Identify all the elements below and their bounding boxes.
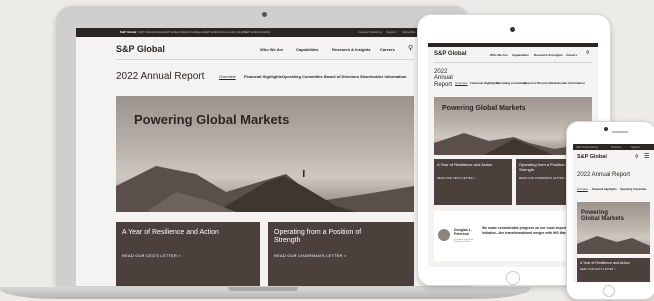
- corporate-topbar: S&P Global S&P Global Ratings S&P Global…: [76, 28, 454, 37]
- subnav-shareholder-information[interactable]: Shareholder Information: [360, 74, 406, 79]
- nav-who-we-are[interactable]: Who We Are: [260, 47, 283, 52]
- ceo-letter-card[interactable]: A Year of Resilience and Action READ OUR…: [577, 258, 650, 282]
- subnav-operating-committee[interactable]: Operating Committee: [620, 188, 646, 191]
- subnav-financial-highlights[interactable]: Financial Highlights: [592, 188, 617, 191]
- subnav-board-of-directors[interactable]: Board of Directors: [324, 74, 359, 79]
- search-icon[interactable]: ⚲: [586, 50, 590, 56]
- corporate-topbar: [428, 43, 598, 47]
- mountain-image: [577, 236, 650, 254]
- subnav-operating-committee[interactable]: Operating Committee: [282, 74, 323, 79]
- menu-icon[interactable]: ☰: [644, 153, 649, 160]
- topbar-link[interactable]: Investor Relations: [358, 30, 382, 34]
- card-title: A Year of Resilience and Action: [580, 261, 630, 265]
- divider: [434, 62, 592, 63]
- page-title: 2022 Annual Report: [434, 69, 453, 88]
- avatar: [438, 229, 450, 241]
- ceo-letter-card[interactable]: A Year of Resilience and Action READ OUR…: [434, 159, 512, 205]
- topbar-link[interactable]: Support: [631, 146, 640, 149]
- sp-global-logo[interactable]: S&P Global: [116, 44, 165, 54]
- camera-icon: [510, 27, 515, 32]
- phone-screen: S&P Global Ratings Products Support S&P …: [573, 144, 654, 282]
- search-icon[interactable]: ⚲: [408, 44, 413, 52]
- ceo-letter-card[interactable]: A Year of Resilience and Action READ OUR…: [116, 222, 260, 286]
- card-title: A Year of Resilience and Action: [437, 162, 493, 167]
- ceo-letter-link[interactable]: READ OUR CEO'S LETTER >: [122, 253, 181, 258]
- chairman-letter-link[interactable]: READ OUR CHAIRMAN'S LETTER >: [519, 177, 566, 180]
- topbar-link[interactable]: S&P Global Ratings: [138, 30, 164, 34]
- hero-banner: Powering Global Markets: [116, 96, 414, 212]
- nav-capabilities[interactable]: Capabilities: [296, 47, 318, 52]
- subnav-board-of-directors[interactable]: Board of Directors: [524, 81, 550, 85]
- quote-name: Douglas L. Peterson: [454, 228, 472, 236]
- nav-careers[interactable]: Careers: [566, 53, 577, 57]
- subnav-financial-highlights[interactable]: Financial Highlights: [244, 74, 282, 79]
- card-title: A Year of Resilience and Action: [122, 229, 219, 236]
- mountain-image: [116, 166, 414, 212]
- home-button[interactable]: [506, 271, 520, 285]
- search-icon[interactable]: ⚲: [635, 154, 639, 160]
- topbar-link[interactable]: Products: [611, 146, 621, 149]
- quote-role: President and Chief Executive Officer: [454, 239, 474, 243]
- topbar-link[interactable]: Subscribe: [402, 30, 415, 34]
- sp-global-logo[interactable]: S&P Global: [577, 154, 607, 160]
- ceo-letter-link[interactable]: READ OUR CEO'S LETTER >: [580, 269, 616, 271]
- subnav-shareholder-information[interactable]: Shareholder Information: [550, 81, 585, 85]
- subnav-overview[interactable]: Overview: [577, 188, 588, 191]
- page-title: 2022 Annual Report: [577, 172, 631, 178]
- topbar-link[interactable]: S&P Global: [120, 30, 136, 34]
- subnav-operating-committee[interactable]: Operating Committee: [496, 81, 527, 85]
- home-button[interactable]: [603, 285, 615, 297]
- speaker-grille: [612, 131, 628, 133]
- hero-banner: Powering Global Markets: [577, 202, 650, 254]
- topbar-link[interactable]: S&P Global Mobility: [244, 30, 270, 34]
- chairman-letter-link[interactable]: READ OUR CHAIRMAN'S LETTER >: [274, 253, 347, 258]
- subnav-overview[interactable]: Overview: [455, 81, 468, 85]
- topbar-link[interactable]: S&P Global Commodity Insights: [204, 30, 247, 34]
- topbar-link[interactable]: Support: [386, 30, 397, 34]
- laptop-notch: [228, 287, 298, 291]
- chairman-letter-card[interactable]: Operating from a Position of Strength RE…: [268, 222, 414, 286]
- divider: [116, 59, 414, 60]
- nav-capabilities[interactable]: Capabilities: [512, 53, 529, 57]
- topbar-link[interactable]: S&P Global Market Intelligence: [164, 30, 205, 34]
- nav-careers[interactable]: Careers: [380, 47, 395, 52]
- subnav-financial-highlights[interactable]: Financial Highlights: [470, 81, 499, 85]
- topbar-link[interactable]: S&P Global Ratings: [576, 146, 598, 149]
- ceo-letter-link[interactable]: READ OUR CEO'S LETTER >: [437, 177, 476, 180]
- camera-icon: [604, 127, 608, 131]
- page-title: 2022 Annual Report: [116, 71, 205, 82]
- corporate-topbar: S&P Global Ratings Products Support: [573, 144, 654, 150]
- nav-research-insights[interactable]: Research & Insights: [332, 47, 370, 52]
- nav-who-we-are[interactable]: Who We Are: [490, 53, 508, 57]
- laptop-screen: S&P Global S&P Global Ratings S&P Global…: [76, 28, 454, 286]
- webcam-icon: [262, 12, 267, 17]
- sp-global-logo[interactable]: S&P Global: [434, 51, 467, 57]
- subnav-overview[interactable]: Overview: [219, 74, 236, 79]
- card-title: Operating from a Position of Strength: [274, 229, 362, 245]
- nav-research-insights[interactable]: Research & Insights: [534, 53, 563, 57]
